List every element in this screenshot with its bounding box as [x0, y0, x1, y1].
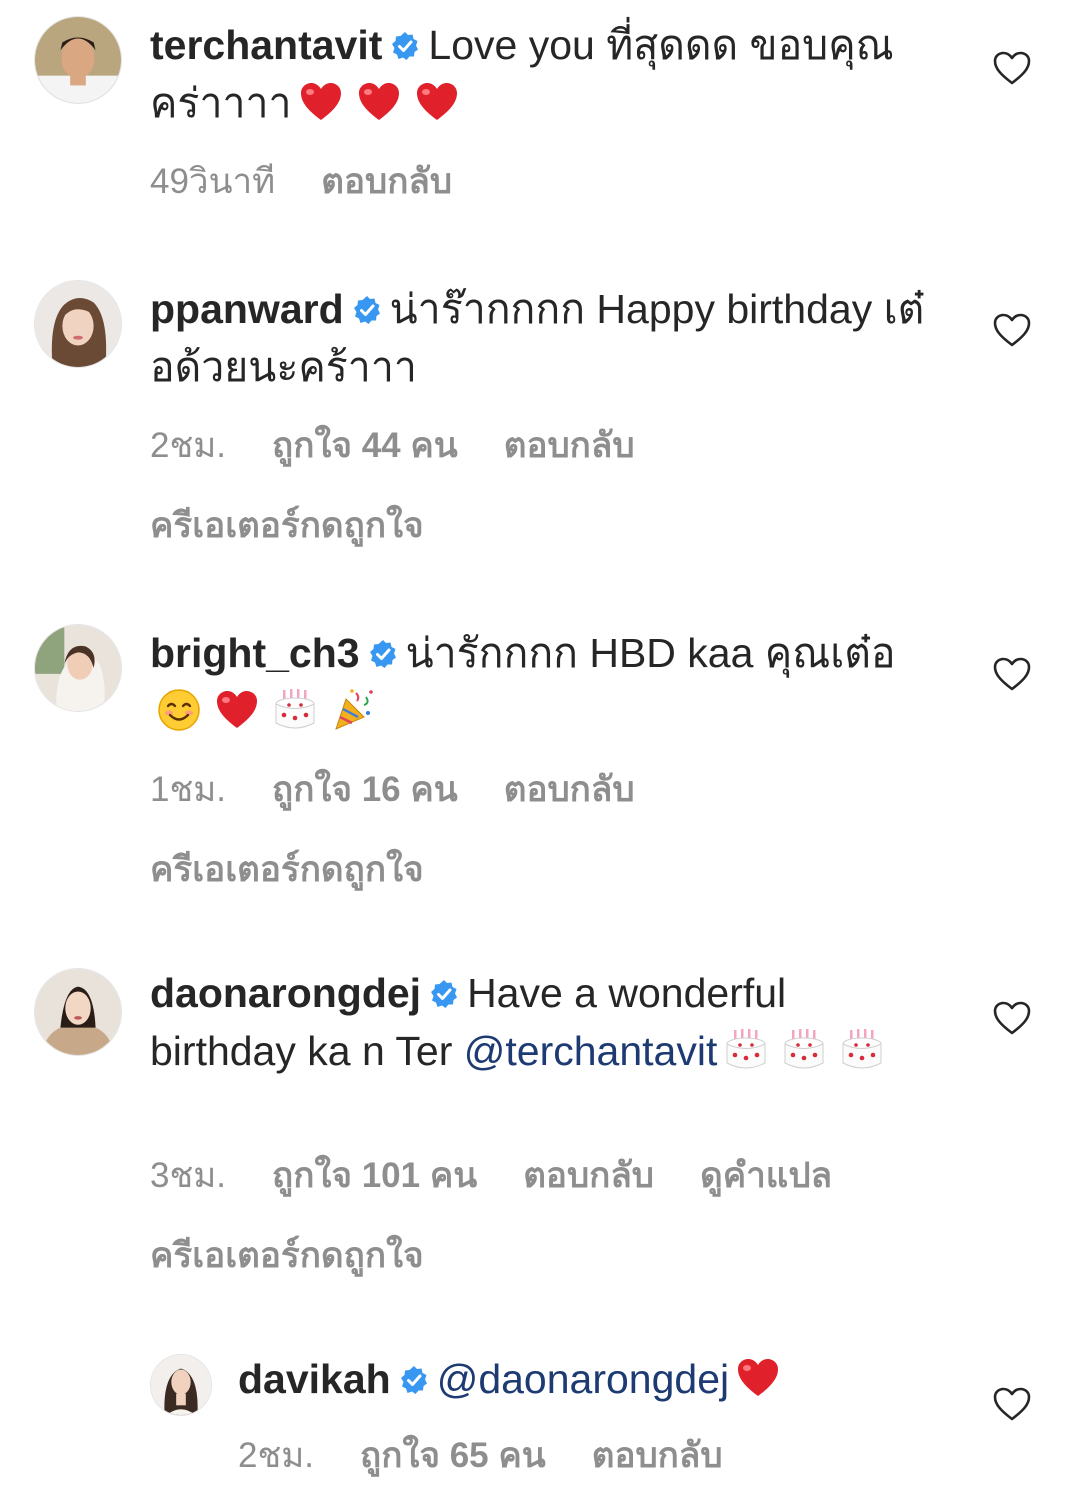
comment-meta: 2ชม. ถูกใจ 65 คน ตอบกลับ — [238, 1428, 769, 1483]
verified-badge-icon — [368, 639, 398, 669]
comment-time: 1ชม. — [150, 770, 227, 809]
comment-time: 2ชม. — [238, 1436, 315, 1475]
red-heart-emoji-icon — [214, 687, 260, 733]
like-heart-icon[interactable] — [992, 50, 1032, 86]
like-heart-icon[interactable] — [992, 656, 1032, 692]
creator-liked-label: ครีเอเตอร์กดถูกใจ — [150, 850, 424, 889]
reply-button[interactable]: ตอบกลับ — [523, 1156, 654, 1195]
birthday-cake-emoji-icon — [839, 1027, 885, 1073]
red-heart-emoji-icon — [414, 79, 460, 125]
verified-badge-icon — [352, 295, 382, 325]
username[interactable]: davikah — [238, 1356, 391, 1402]
comment-meta: 1ชม. ถูกใจ 16 คน ตอบกลับ — [150, 762, 681, 817]
avatar[interactable] — [34, 16, 122, 104]
like-heart-icon[interactable] — [992, 1386, 1032, 1422]
comment-meta: 49วินาที ตอบกลับ — [150, 154, 498, 209]
like-count[interactable]: ถูกใจ 65 คน — [360, 1436, 546, 1475]
comment-text: ppanward น่าร๊ากกกก Happy birthday เต๋อด้… — [150, 280, 930, 396]
creator-liked-label: ครีเอเตอร์กดถูกใจ — [150, 506, 424, 545]
comment-meta: 3ชม. ถูกใจ 101 คน ตอบกลับ ดูคำแปล — [150, 1148, 878, 1203]
comment-text: daonarongdej Have a wonderful birthday ka… — [150, 964, 930, 1080]
reply-button[interactable]: ตอบกลับ — [321, 162, 452, 201]
birthday-cake-emoji-icon — [781, 1027, 827, 1073]
like-heart-icon[interactable] — [992, 1000, 1032, 1036]
party-popper-emoji-icon — [330, 687, 376, 733]
like-count[interactable]: ถูกใจ 44 คน — [272, 426, 458, 465]
red-heart-emoji-icon — [356, 79, 402, 125]
reply-button[interactable]: ตอบกลับ — [504, 426, 635, 465]
mention-link[interactable]: @terchantavit — [464, 1028, 718, 1074]
see-translation-button[interactable]: ดูคำแปล — [700, 1156, 832, 1195]
mention-link[interactable]: @daonarongdej — [437, 1356, 729, 1402]
username[interactable]: bright_ch3 — [150, 630, 360, 676]
comment-time: 2ชม. — [150, 426, 227, 465]
reply-button[interactable]: ตอบกลับ — [504, 770, 635, 809]
verified-badge-icon — [429, 979, 459, 1009]
creator-liked-label: ครีเอเตอร์กดถูกใจ — [150, 1236, 424, 1275]
comment-meta: 2ชม. ถูกใจ 44 คน ตอบกลับ — [150, 418, 681, 473]
birthday-cake-emoji-icon — [272, 687, 318, 733]
smiling-face-emoji-icon — [156, 687, 202, 733]
username[interactable]: terchantavit — [150, 22, 382, 68]
like-count[interactable]: ถูกใจ 16 คน — [272, 770, 458, 809]
red-heart-emoji-icon — [298, 79, 344, 125]
avatar[interactable] — [34, 968, 122, 1056]
username[interactable]: daonarongdej — [150, 970, 421, 1016]
comment-time: 49วินาที — [150, 162, 276, 201]
reply-button[interactable]: ตอบกลับ — [592, 1436, 723, 1475]
birthday-cake-emoji-icon — [723, 1027, 769, 1073]
like-heart-icon[interactable] — [992, 312, 1032, 348]
verified-badge-icon — [390, 31, 420, 61]
red-heart-emoji-icon — [735, 1355, 781, 1401]
avatar[interactable] — [34, 624, 122, 712]
username[interactable]: ppanward — [150, 286, 344, 332]
comment-body: น่ารักกกก HBD kaa คุณเต๋อ — [405, 630, 896, 676]
verified-badge-icon — [399, 1365, 429, 1395]
comment-text: davikah @daonarongdej — [238, 1350, 928, 1408]
comment-text: terchantavit Love you ที่สุดดด ขอบคุณคร่า… — [150, 16, 930, 132]
avatar[interactable] — [34, 280, 122, 368]
like-count[interactable]: ถูกใจ 101 คน — [272, 1156, 477, 1195]
avatar[interactable] — [150, 1354, 212, 1416]
comment-text: bright_ch3 น่ารักกกก HBD kaa คุณเต๋อ — [150, 624, 930, 740]
comment-time: 3ชม. — [150, 1156, 227, 1195]
